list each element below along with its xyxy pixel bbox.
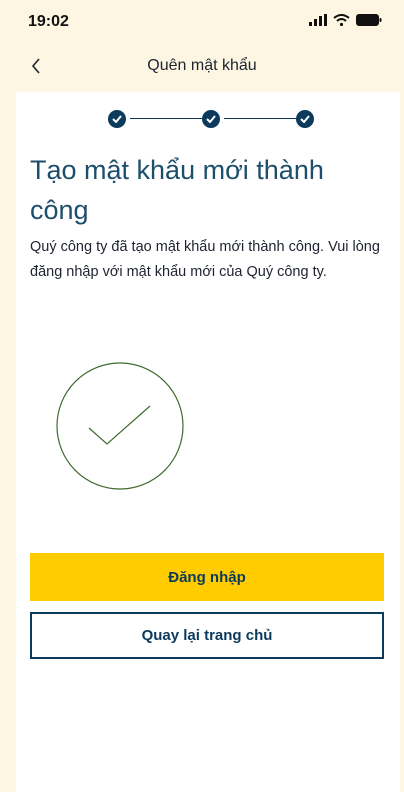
progress-stepper [108, 110, 314, 128]
step-3-complete [296, 110, 314, 128]
status-bar: 19:02 [0, 0, 404, 42]
wifi-icon [333, 14, 350, 26]
status-time: 19:02 [28, 13, 69, 30]
step-2-complete [202, 110, 220, 128]
signal-icon [309, 14, 327, 26]
checkmark-circle-icon [56, 362, 184, 490]
step-1-complete [108, 110, 126, 128]
back-to-home-button[interactable]: Quay lại trang chủ [30, 612, 384, 659]
login-button[interactable]: Đăng nhập [30, 553, 384, 601]
nav-bar: Quên mật khẩu [0, 48, 404, 84]
check-icon [206, 115, 216, 123]
success-description: Quý công ty đã tạo mật khẩu mới thành cô… [30, 239, 380, 280]
battery-icon [356, 14, 382, 26]
step-connector [130, 118, 202, 119]
success-heading: Tạo mật khẩu mới thành công [30, 155, 324, 225]
status-icons [309, 14, 382, 26]
check-icon [300, 115, 310, 123]
step-connector [224, 118, 296, 119]
page-title: Quên mật khẩu [147, 57, 257, 74]
content-card: Tạo mật khẩu mới thành công Quý công ty … [16, 92, 400, 792]
check-icon [112, 115, 122, 123]
